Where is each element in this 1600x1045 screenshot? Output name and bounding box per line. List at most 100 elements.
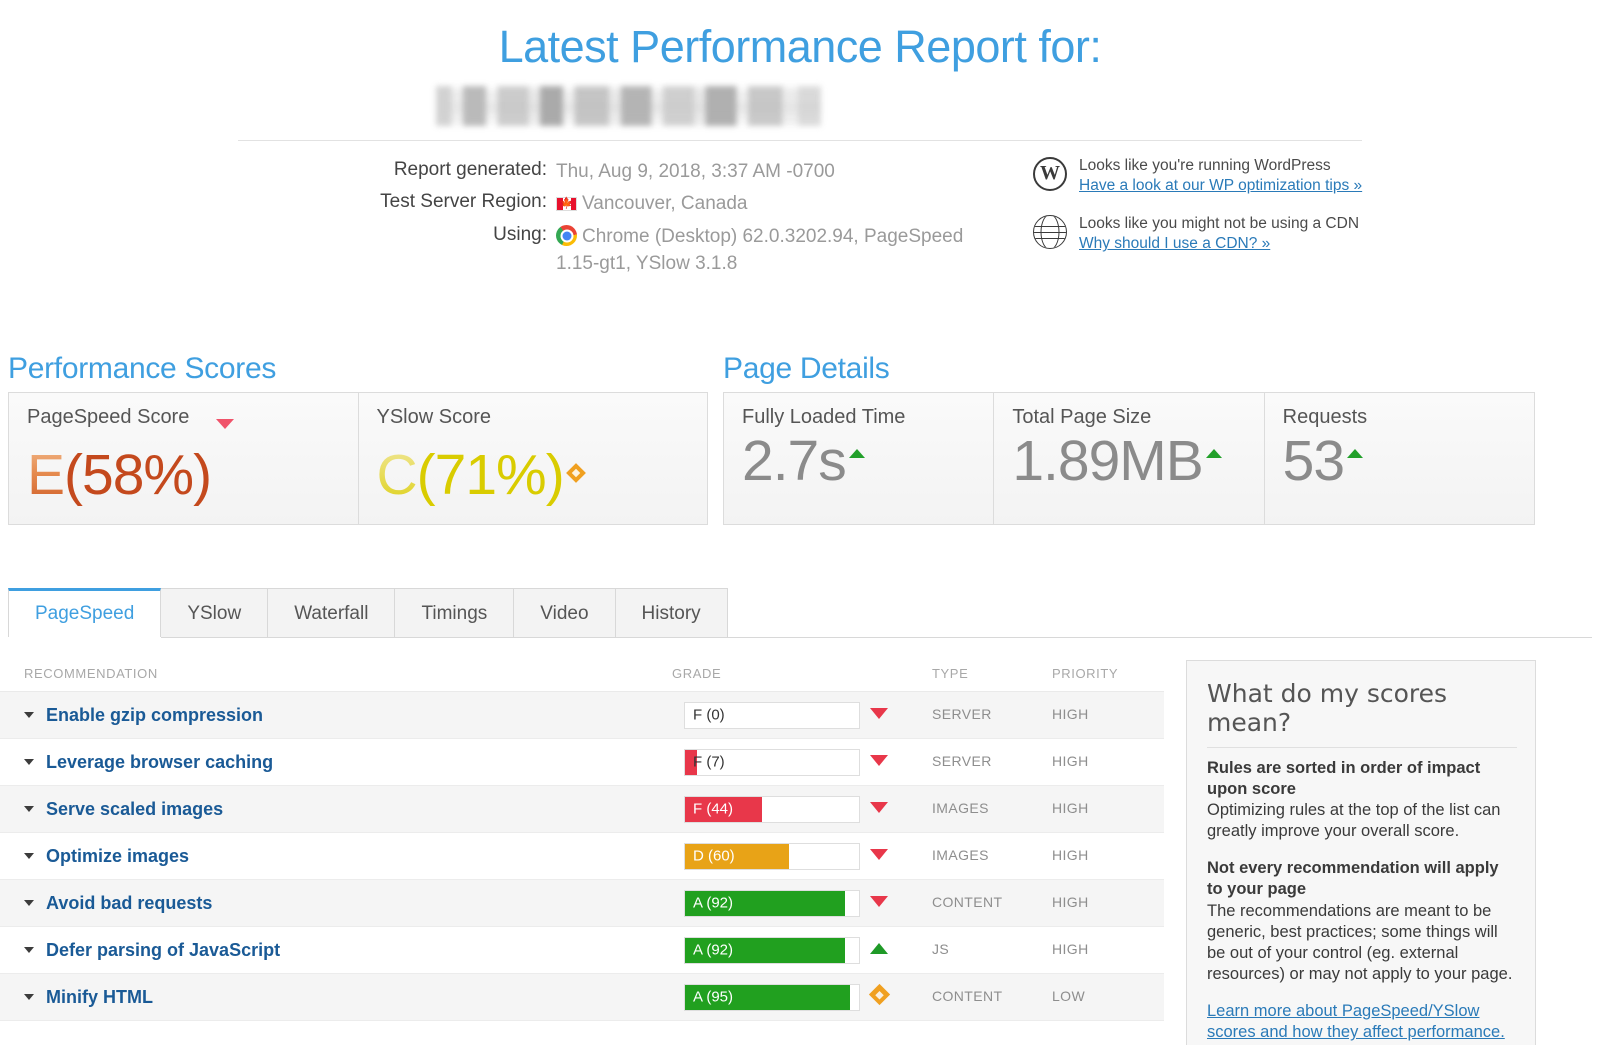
table-row[interactable]: Serve scaled images F (44) IMAGES HIGH xyxy=(0,786,1164,833)
cell-type: CONTENT xyxy=(932,880,1052,927)
table-row[interactable]: Optimize imagesD (60)IMAGESHIGH xyxy=(0,833,1164,880)
grade-bar-label: F (44) xyxy=(693,801,733,818)
tab-waterfall[interactable]: Waterfall xyxy=(267,588,395,637)
table-row[interactable]: Minify HTMLA (95)CONTENTLOW xyxy=(0,974,1164,1021)
cell-grade: F (0) xyxy=(672,692,870,739)
expand-caret-icon[interactable] xyxy=(24,853,34,859)
cell-grade: A (92) xyxy=(672,927,870,974)
expand-caret-icon[interactable] xyxy=(24,947,34,953)
requests-label: Requests xyxy=(1283,406,1516,429)
recommendation-link[interactable]: Avoid bad requests xyxy=(46,893,212,914)
chevron-down-icon xyxy=(870,802,888,813)
cell-type: JS xyxy=(932,927,1052,974)
sidebar-heading-sorting: Rules are sorted in order of impact upon… xyxy=(1207,758,1517,799)
cell-recommendation: Enable gzip compression xyxy=(0,692,672,739)
chevron-up-icon xyxy=(1347,449,1363,458)
yslow-grade-letter: C xyxy=(377,443,417,507)
cell-type: CONTENT xyxy=(932,974,1052,1021)
grade-bar-label: A (92) xyxy=(693,895,733,912)
yslow-score-cell: YSlow Score C(71%) xyxy=(359,393,708,524)
learn-more-scores-link[interactable]: Learn more about PageSpeed/YSlow scores … xyxy=(1207,1001,1517,1043)
sidebar-heading-applicability: Not every recommendation will apply to y… xyxy=(1207,858,1517,899)
expand-caret-icon[interactable] xyxy=(24,759,34,765)
grade-bar-label: D (60) xyxy=(693,848,735,865)
cell-indicator xyxy=(870,692,932,739)
meta-row-using: Using: Chrome (Desktop) 62.0.3202.94, Pa… xyxy=(238,224,998,278)
report-meta-section: Report generated: Thu, Aug 9, 2018, 3:37… xyxy=(238,141,1362,285)
report-meta-list: Report generated: Thu, Aug 9, 2018, 3:37… xyxy=(238,159,998,285)
canada-flag-icon: 🍁 xyxy=(556,197,577,211)
column-header-priority[interactable]: PRIORITY xyxy=(1052,660,1164,692)
diamond-icon xyxy=(869,984,890,1005)
column-header-type[interactable]: TYPE xyxy=(932,660,1052,692)
total-page-size-value: 1.89MB xyxy=(1012,431,1245,493)
recommendation-link[interactable]: Leverage browser caching xyxy=(46,752,273,773)
cell-grade: F (7) xyxy=(672,739,870,786)
tab-timings[interactable]: Timings xyxy=(394,588,514,637)
cell-indicator xyxy=(870,833,932,880)
requests-cell: Requests 53 xyxy=(1265,393,1534,524)
type-label: SERVER xyxy=(932,753,992,769)
tab-yslow[interactable]: YSlow xyxy=(160,588,268,637)
cell-indicator xyxy=(870,786,932,833)
recommendation-link[interactable]: Optimize images xyxy=(46,846,189,867)
notice-cdn-body: Looks like you might not be using a CDN … xyxy=(1071,213,1359,253)
cell-indicator xyxy=(870,927,932,974)
notice-cdn: Looks like you might not be using a CDN … xyxy=(1033,213,1363,253)
tab-history[interactable]: History xyxy=(615,588,728,637)
priority-label: HIGH xyxy=(1052,847,1089,863)
type-label: SERVER xyxy=(932,706,992,722)
total-page-size-cell: Total Page Size 1.89MB xyxy=(994,393,1264,524)
tab-video[interactable]: Video xyxy=(513,588,615,637)
cell-priority: LOW xyxy=(1052,974,1164,1021)
recommendations-table-area: RECOMMENDATION GRADE TYPE PRIORITY Enabl… xyxy=(0,660,1170,1021)
cell-recommendation: Defer parsing of JavaScript xyxy=(0,927,672,974)
pagespeed-grade-percent: (58%) xyxy=(64,443,211,507)
priority-label: HIGH xyxy=(1052,800,1089,816)
recommendation-link[interactable]: Serve scaled images xyxy=(46,799,223,820)
cell-priority: HIGH xyxy=(1052,786,1164,833)
fully-loaded-time-label: Fully Loaded Time xyxy=(742,406,975,429)
cell-priority: HIGH xyxy=(1052,692,1164,739)
type-label: CONTENT xyxy=(932,894,1002,910)
expand-caret-icon[interactable] xyxy=(24,712,34,718)
chevron-down-icon xyxy=(216,431,234,493)
column-header-indicator xyxy=(870,660,932,692)
yslow-score-value: C(71%) xyxy=(377,431,690,507)
priority-label: LOW xyxy=(1052,988,1085,1004)
cell-grade: D (60) xyxy=(672,833,870,880)
cell-priority: HIGH xyxy=(1052,833,1164,880)
expand-caret-icon[interactable] xyxy=(24,806,34,812)
fully-loaded-time-number: 2.7s xyxy=(742,429,846,493)
cell-recommendation: Avoid bad requests xyxy=(0,880,672,927)
table-row[interactable]: Leverage browser cachingF (7)SERVERHIGH xyxy=(0,739,1164,786)
diamond-icon xyxy=(569,431,583,493)
grade-bar-label: F (7) xyxy=(693,754,725,771)
column-header-recommendation[interactable]: RECOMMENDATION xyxy=(0,660,672,692)
table-row[interactable]: Defer parsing of JavaScriptA (92)JSHIGH xyxy=(0,927,1164,974)
meta-label-test-server-region: Test Server Region: xyxy=(238,191,556,213)
yslow-score-label: YSlow Score xyxy=(377,406,690,429)
recommendation-link[interactable]: Enable gzip compression xyxy=(46,705,263,726)
table-row[interactable]: Enable gzip compression F (0) SERVER HIGH xyxy=(0,692,1164,739)
cell-indicator xyxy=(870,739,932,786)
meta-value-test-server-region: 🍁Vancouver, Canada xyxy=(556,191,748,218)
column-header-grade[interactable]: GRADE xyxy=(672,660,870,692)
requests-value: 53 xyxy=(1283,431,1516,493)
expand-caret-icon[interactable] xyxy=(24,994,34,1000)
type-label: IMAGES xyxy=(932,800,989,816)
wp-optimization-tips-link[interactable]: Have a look at our WP optimization tips … xyxy=(1079,177,1362,195)
recommendation-link[interactable]: Minify HTML xyxy=(46,987,153,1008)
tab-pagespeed[interactable]: PageSpeed xyxy=(8,588,161,637)
page-title: Latest Performance Report for: xyxy=(0,22,1600,72)
grade-bar-label: A (92) xyxy=(693,942,733,959)
meta-label-report-generated: Report generated: xyxy=(238,159,556,181)
meta-row-test-server-region: Test Server Region: 🍁Vancouver, Canada xyxy=(238,191,998,218)
chevron-down-icon xyxy=(870,708,888,719)
globe-icon xyxy=(1033,213,1071,249)
table-row[interactable]: Avoid bad requestsA (92)CONTENTHIGH xyxy=(0,880,1164,927)
expand-caret-icon[interactable] xyxy=(24,900,34,906)
cell-indicator xyxy=(870,880,932,927)
recommendation-link[interactable]: Defer parsing of JavaScript xyxy=(46,940,280,961)
why-use-cdn-link[interactable]: Why should I use a CDN? » xyxy=(1079,235,1359,253)
